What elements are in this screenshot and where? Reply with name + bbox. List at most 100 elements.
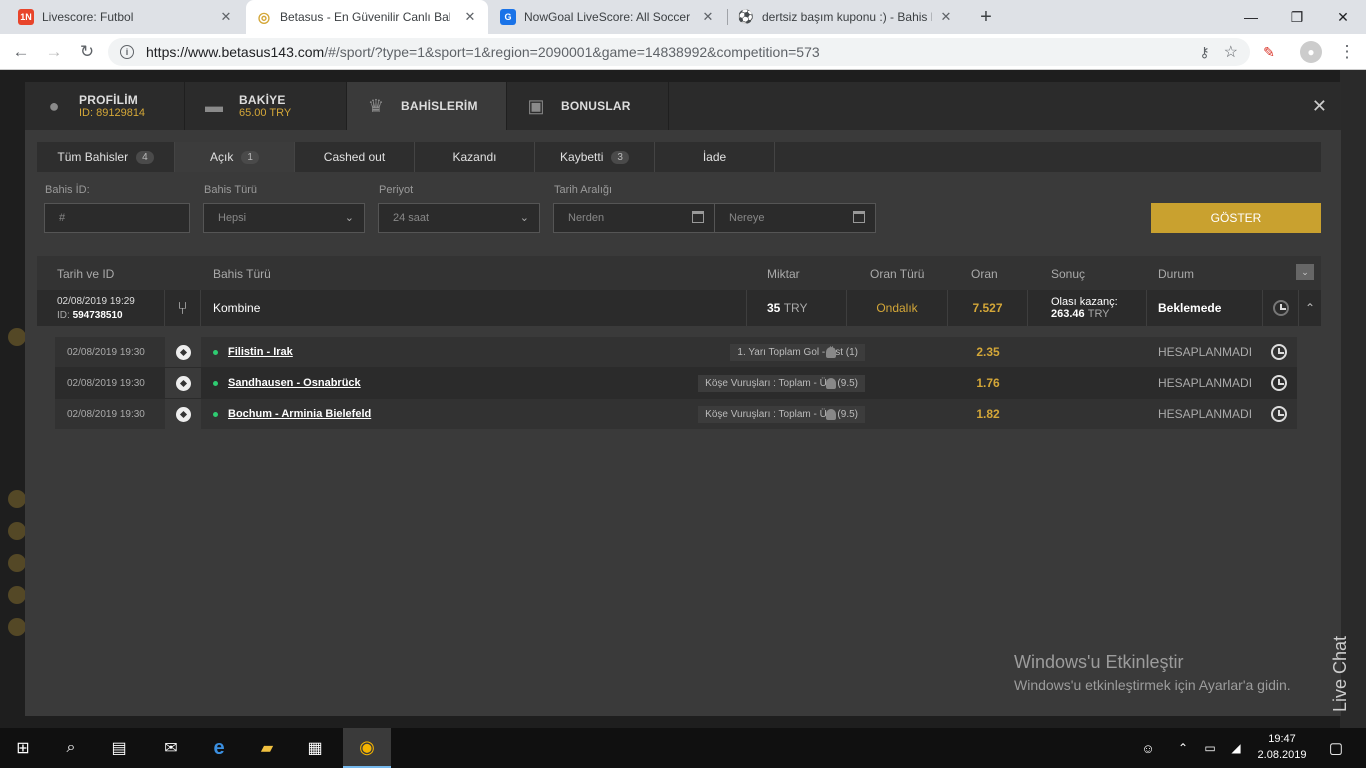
- chevron-down-icon: ⌄: [344, 212, 354, 224]
- live-chat-button[interactable]: Live Chat: [1330, 636, 1351, 712]
- bet-id-label: Bahis İD:: [45, 184, 90, 196]
- clock-icon[interactable]: [1271, 337, 1287, 367]
- bet-type-cell: Kombine: [201, 290, 747, 326]
- clock-icon[interactable]: [1271, 399, 1287, 429]
- taskbar-clock[interactable]: 19:47 2.08.2019: [1252, 731, 1312, 763]
- total-odds-cell: 7.527: [948, 290, 1028, 326]
- browser-tab-betasus[interactable]: ◎ Betasus - En Güvenilir Canlı Bahis ✕: [246, 0, 488, 34]
- windows-start-icon[interactable]: ⊞: [0, 728, 46, 768]
- header-bet-type: Bahis Türü: [213, 267, 271, 281]
- reload-icon[interactable]: ↻: [74, 39, 100, 65]
- date-range-label: Tarih Aralığı: [554, 184, 613, 196]
- live-dot-icon: [213, 411, 218, 417]
- tab-won[interactable]: Kazandı: [415, 142, 535, 172]
- profile-avatar-icon[interactable]: ●: [1300, 41, 1322, 63]
- battery-icon[interactable]: ▭: [1196, 728, 1224, 768]
- search-icon[interactable]: ⌕: [48, 728, 94, 768]
- chrome-taskbar-icon[interactable]: ◉: [343, 728, 391, 768]
- tray-chevron-up-icon[interactable]: ⌃: [1168, 728, 1198, 768]
- tab-refund[interactable]: İade: [655, 142, 775, 172]
- selection-match-link[interactable]: Sandhausen - Osnabrück: [213, 368, 361, 398]
- file-explorer-icon[interactable]: ▰: [244, 728, 290, 768]
- key-icon[interactable]: ⚷: [1199, 44, 1209, 61]
- gift-icon: ▣: [527, 95, 545, 116]
- close-tab-icon[interactable]: ✕: [938, 9, 954, 25]
- header-result: Sonuç: [1051, 267, 1086, 281]
- nowgoal-favicon-icon: G: [500, 9, 516, 25]
- tab-title: Livescore: Futbol: [42, 10, 134, 24]
- tab-label: PROFİLİM: [79, 93, 138, 107]
- windows-taskbar: ⊞ ⌕ ▤ ✉ e ▰ ▦ ◉ ☺ ⌃ ▭ ◢ 19:47 2.08.2019 …: [0, 728, 1366, 768]
- browser-tab-livescore[interactable]: 1N Livescore: Futbol ✕: [8, 0, 244, 34]
- possible-win-currency: TRY: [1087, 308, 1110, 320]
- profile-id: ID: 89129814: [79, 107, 146, 119]
- show-button[interactable]: GÖSTER: [1151, 203, 1321, 233]
- browser-tab-nowgoal[interactable]: G NowGoal LiveScore: All Soccer Sc ✕: [490, 0, 726, 34]
- period-select[interactable]: 24 saat ⌄: [378, 203, 540, 233]
- bookmark-star-icon[interactable]: ☆: [1224, 42, 1238, 62]
- bet-date: 02/08/2019 19:29: [57, 295, 135, 307]
- possible-win-label: Olası kazanç:: [1051, 296, 1118, 308]
- livescore-favicon-icon: 1N: [18, 9, 34, 25]
- tab-cashed-out[interactable]: Cashed out: [295, 142, 415, 172]
- tab-open[interactable]: Açık 1: [175, 142, 295, 172]
- mail-icon[interactable]: ✉: [148, 728, 194, 768]
- soccer-ball-icon: [165, 399, 201, 429]
- tab-title: dertsiz başım kuponu :) - Bahis L: [762, 10, 932, 24]
- task-view-icon[interactable]: ▤: [96, 728, 142, 768]
- close-tab-icon[interactable]: ✕: [462, 9, 478, 25]
- activation-watermark-subtitle: Windows'u etkinleştirmek için Ayarlar'a …: [1014, 677, 1291, 693]
- tab-profile[interactable]: ● PROFİLİM ID: 89129814: [25, 82, 185, 130]
- maximize-icon[interactable]: ❐: [1274, 0, 1320, 34]
- clock-icon[interactable]: [1271, 368, 1287, 398]
- info-icon[interactable]: i: [120, 45, 134, 59]
- url-text: https://www.betasus143.com/#/sport/?type…: [146, 44, 820, 60]
- selection-row[interactable]: 02/08/2019 19:30 Filistin - Irak 1. Yarı…: [55, 337, 1297, 367]
- address-bar[interactable]: i https://www.betasus143.com/#/sport/?ty…: [108, 38, 1250, 66]
- sport-icon: [8, 522, 26, 540]
- extension-icon[interactable]: ✎: [1256, 39, 1282, 65]
- forward-arrow-icon[interactable]: →: [41, 39, 67, 65]
- selection-match-link[interactable]: Bochum - Arminia Bielefeld: [213, 399, 371, 429]
- sport-icon: [8, 618, 26, 636]
- bet-currency: TRY: [783, 301, 808, 315]
- selection-date: 02/08/2019 19:30: [67, 346, 145, 358]
- date-to-input[interactable]: Nereye: [714, 203, 876, 233]
- bet-filter-tabs: Tüm Bahisler 4 Açık 1 Cashed out Kazandı K…: [37, 142, 1321, 172]
- close-window-icon[interactable]: ✕: [1320, 0, 1366, 34]
- soccer-ball-icon: [165, 337, 201, 367]
- close-tab-icon[interactable]: ✕: [218, 9, 234, 25]
- people-icon[interactable]: ☺: [1128, 728, 1168, 768]
- close-tab-icon[interactable]: ✕: [700, 9, 716, 25]
- store-icon[interactable]: ▦: [292, 728, 338, 768]
- tab-balance[interactable]: ▬ BAKİYE 65.00 TRY: [185, 82, 347, 130]
- browser-tab-dertsiz[interactable]: ⚽ dertsiz başım kuponu :) - Bahis L ✕: [728, 0, 964, 34]
- clock-icon: [1272, 300, 1289, 316]
- back-arrow-icon[interactable]: ←: [8, 39, 34, 65]
- bet-row[interactable]: 02/08/2019 19:29 ID: 594738510 ⑂ Kombine…: [37, 290, 1321, 326]
- selection-match-link[interactable]: Filistin - Irak: [213, 337, 293, 367]
- date-from-input[interactable]: Nerden: [553, 203, 715, 233]
- minimize-icon[interactable]: —: [1228, 0, 1274, 34]
- bet-type-select[interactable]: Hepsi ⌄: [203, 203, 365, 233]
- tab-all-bets[interactable]: Tüm Bahisler 4: [37, 142, 175, 172]
- edge-browser-icon[interactable]: e: [196, 728, 242, 768]
- bet-clock-cell[interactable]: [1263, 290, 1299, 326]
- network-icon[interactable]: ◢: [1222, 728, 1250, 768]
- possible-win-amount: 263.46: [1051, 308, 1085, 320]
- tab-bonuses[interactable]: ▣ BONUSLAR: [507, 82, 669, 130]
- tab-lost[interactable]: Kaybetti 3: [535, 142, 655, 172]
- new-tab-plus-icon[interactable]: +: [966, 0, 1006, 34]
- notifications-icon[interactable]: ▢: [1316, 728, 1356, 768]
- live-dot-icon: [213, 349, 218, 355]
- menu-dots-icon[interactable]: ⋮: [1334, 39, 1360, 65]
- collapse-chevron-icon[interactable]: ⌃: [1299, 290, 1321, 326]
- tab-my-bets[interactable]: ♛ BAHİSLERİM: [347, 82, 507, 130]
- selection-row[interactable]: 02/08/2019 19:30 Bochum - Arminia Bielef…: [55, 399, 1297, 429]
- bet-type-label: Bahis Türü: [204, 184, 257, 196]
- bet-id-input[interactable]: #: [44, 203, 190, 233]
- close-modal-icon[interactable]: ✕: [1312, 96, 1327, 117]
- selection-row[interactable]: 02/08/2019 19:30 Sandhausen - Osnabrück …: [55, 368, 1297, 398]
- selection-odds: 1.82: [976, 407, 1000, 421]
- collapse-all-icon[interactable]: ⌄: [1296, 264, 1314, 280]
